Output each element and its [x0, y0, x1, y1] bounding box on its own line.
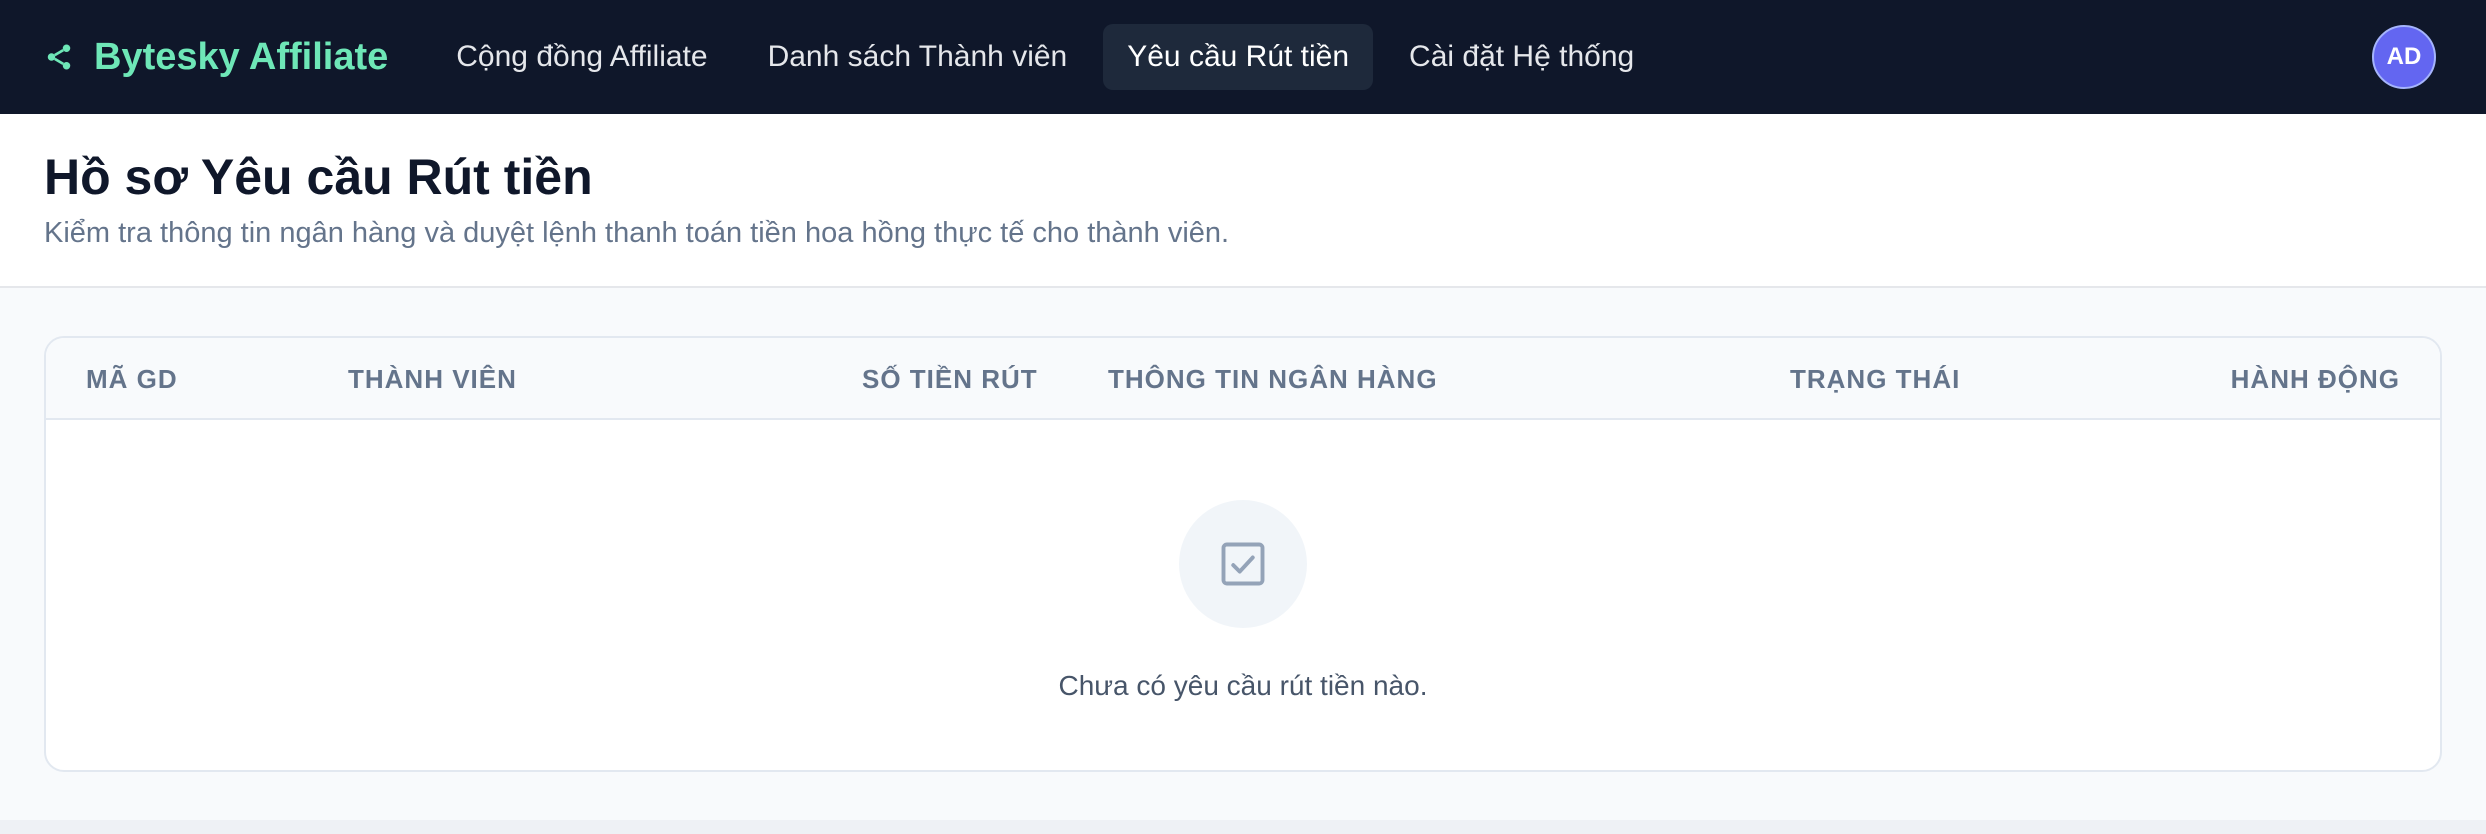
- main-nav: Cộng đồng Affiliate Danh sách Thành viên…: [432, 24, 1658, 90]
- column-header-actions: HÀNH ĐỘNG: [2230, 363, 2400, 394]
- column-header-withdraw-amount: SỐ TIỀN RÚT: [862, 363, 1038, 394]
- share-icon: [44, 41, 76, 73]
- checkbox-check-icon: [1221, 542, 1265, 586]
- column-header-transaction-id: MÃ GD: [86, 363, 178, 394]
- brand-name: Bytesky Affiliate: [94, 35, 389, 78]
- withdrawal-table: MÃ GD THÀNH VIÊN SỐ TIỀN RÚT THÔNG TIN N…: [44, 336, 2442, 772]
- empty-state-icon-circle: [1179, 500, 1307, 628]
- page-title: Hồ sơ Yêu cầu Rút tiền: [44, 149, 593, 205]
- column-header-status: TRẠNG THÁI: [1790, 363, 1961, 394]
- top-navbar: Bytesky Affiliate Cộng đồng Affiliate Da…: [0, 0, 2486, 114]
- empty-state-message: Chưa có yêu cầu rút tiền nào.: [1058, 670, 1428, 701]
- table-header: MÃ GD THÀNH VIÊN SỐ TIỀN RÚT THÔNG TIN N…: [46, 338, 2440, 420]
- column-header-member: THÀNH VIÊN: [348, 363, 517, 394]
- empty-state: Chưa có yêu cầu rút tiền nào.: [46, 420, 2440, 702]
- nav-item-system-settings[interactable]: Cài đặt Hệ thống: [1385, 24, 1658, 90]
- column-header-bank-info: THÔNG TIN NGÂN HÀNG: [1108, 363, 1438, 394]
- brand[interactable]: Bytesky Affiliate: [44, 36, 388, 79]
- page-subtitle: Kiểm tra thông tin ngân hàng và duyệt lệ…: [44, 217, 1230, 249]
- nav-item-affiliate-community[interactable]: Cộng đồng Affiliate: [432, 24, 731, 90]
- page-header: Hồ sơ Yêu cầu Rút tiền Kiểm tra thông ti…: [0, 114, 2486, 288]
- main-content: MÃ GD THÀNH VIÊN SỐ TIỀN RÚT THÔNG TIN N…: [0, 288, 2486, 820]
- avatar[interactable]: AD: [2372, 25, 2436, 89]
- nav-item-withdrawal-requests[interactable]: Yêu cầu Rút tiền: [1103, 24, 1374, 90]
- nav-item-member-list[interactable]: Danh sách Thành viên: [744, 24, 1092, 90]
